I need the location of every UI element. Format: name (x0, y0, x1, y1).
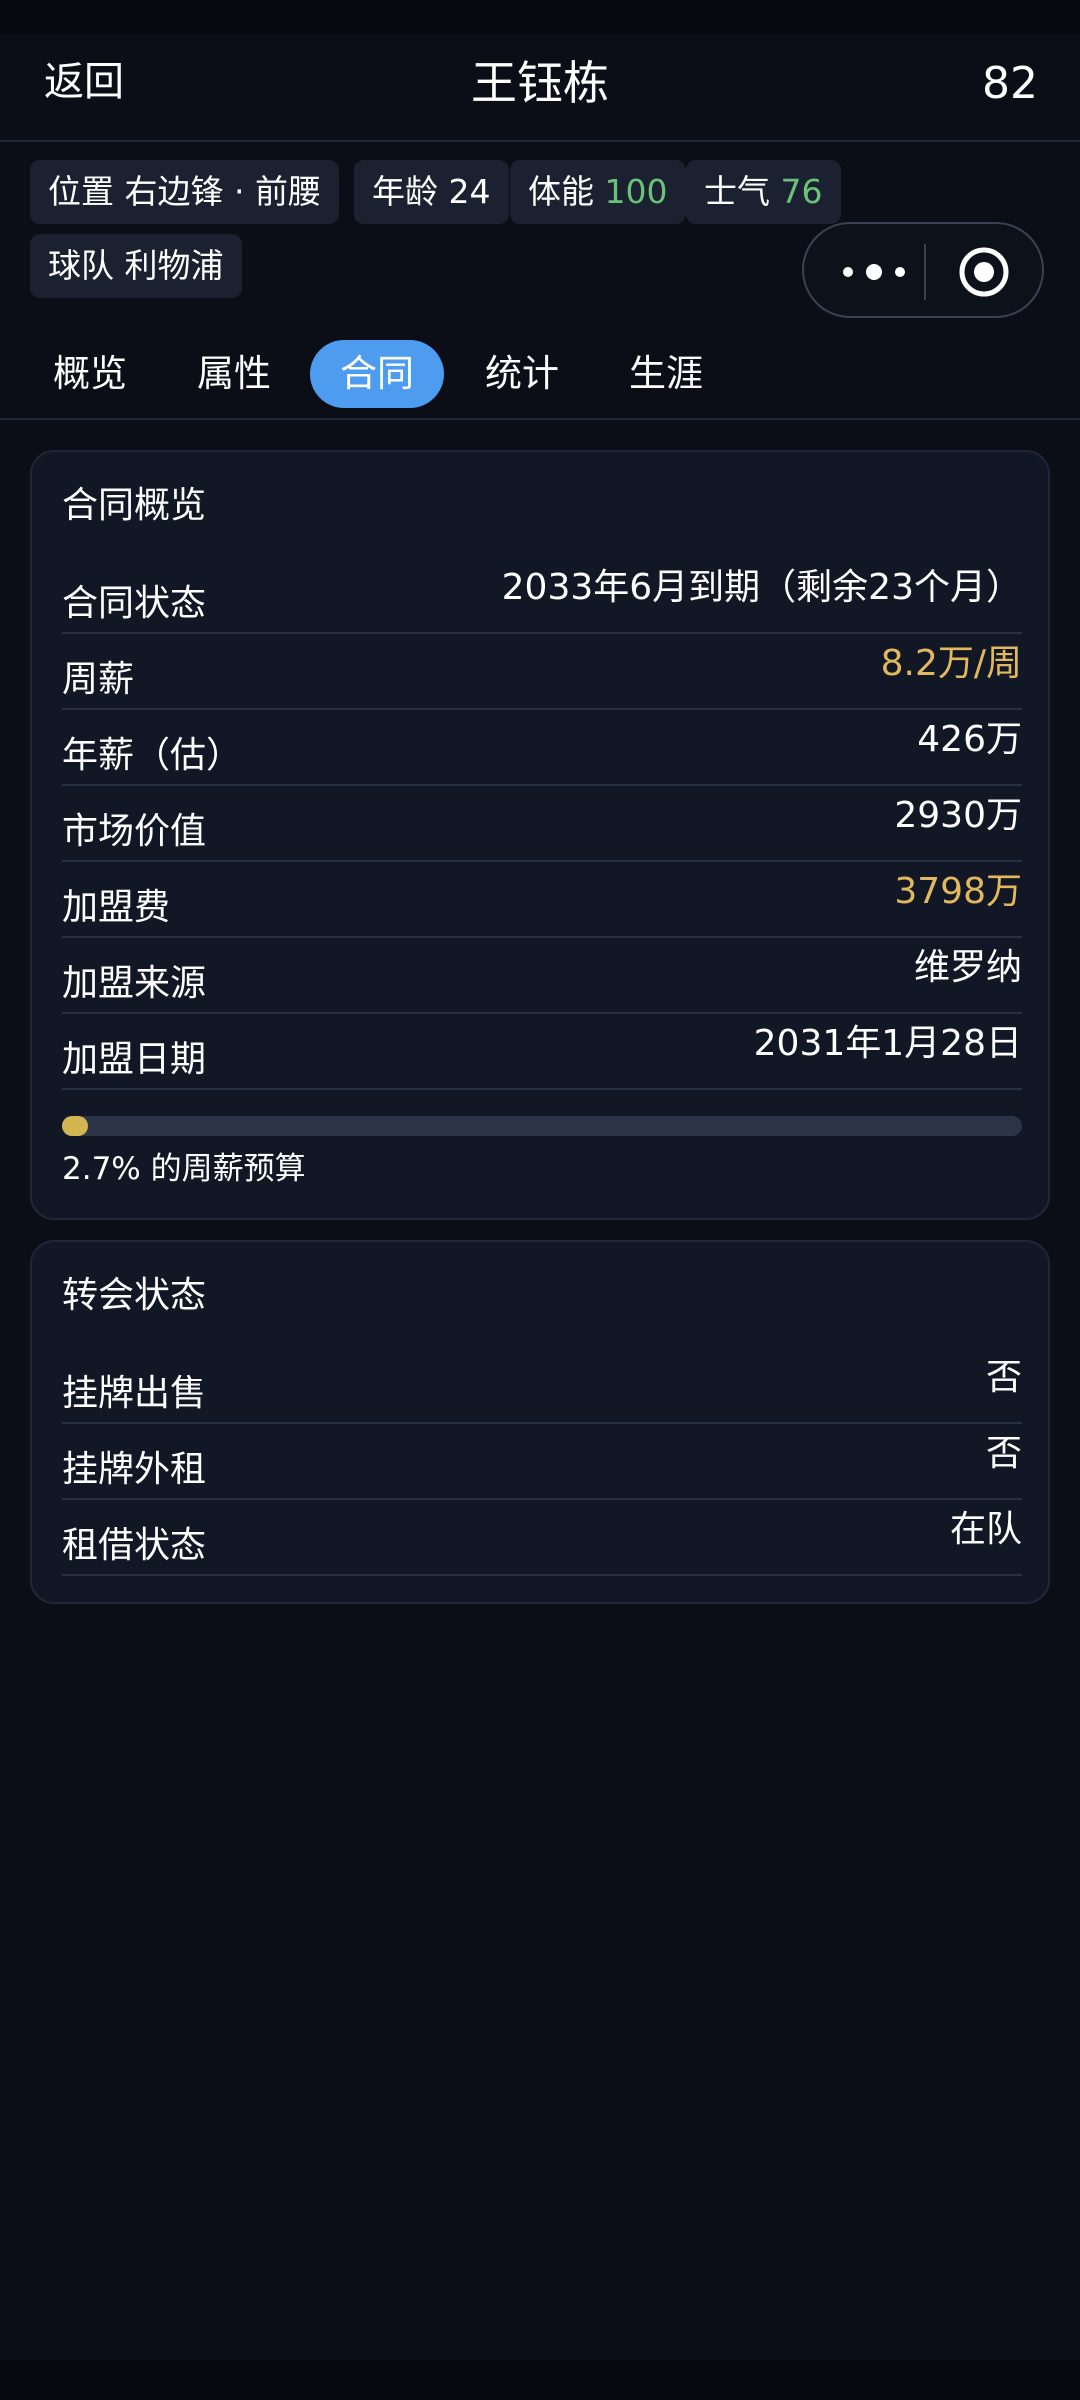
chip-team-value: 利物浦 (124, 246, 224, 285)
contract-row-annual-wage: 年薪（估） 426万 (62, 710, 1022, 786)
row-key: 周薪 (62, 659, 135, 700)
chip-position-label: 位置 (48, 172, 114, 211)
tab-overview[interactable]: 概览 (40, 340, 140, 408)
row-key: 挂牌外租 (62, 1449, 207, 1490)
row-value: 维罗纳 (913, 947, 1022, 988)
row-key: 加盟日期 (62, 1039, 207, 1080)
row-value: 2031年1月28日 (753, 1023, 1022, 1064)
page-header: 返回 王钰栋 82 (0, 34, 1080, 142)
overall-rating: 82 (982, 58, 1038, 109)
row-value: 2930万 (894, 795, 1022, 836)
contract-row-weekly-wage: 周薪 8.2万/周 (62, 634, 1022, 710)
transfer-card-title: 转会状态 (62, 1275, 207, 1316)
row-value: 8.2万/周 (880, 643, 1022, 684)
chip-fitness: 体能 100 (510, 160, 686, 224)
contract-row-status: 合同状态 2033年6月到期（剩余23个月） (62, 558, 1022, 634)
chip-morale: 士气 76 (686, 160, 841, 224)
capsule-divider (924, 244, 926, 300)
contract-row-join-date: 加盟日期 2031年1月28日 (62, 1014, 1022, 1090)
chip-position: 位置 右边锋 · 前腰 (30, 160, 339, 224)
mini-program-capsule (802, 222, 1044, 318)
tab-stats[interactable]: 统计 (472, 340, 572, 408)
row-key: 市场价值 (62, 811, 207, 852)
chip-age: 年龄 24 (354, 160, 509, 224)
transfer-row-loan-status: 租借状态 在队 (62, 1500, 1022, 1576)
transfer-row-listed-sale: 挂牌出售 否 (62, 1348, 1022, 1424)
chip-age-label: 年龄 (372, 172, 438, 211)
chip-morale-label: 士气 (704, 172, 770, 211)
row-key: 加盟费 (62, 887, 171, 928)
wage-budget-progress (62, 1116, 1022, 1136)
contract-row-market-value: 市场价值 2930万 (62, 786, 1022, 862)
tab-attributes[interactable]: 属性 (184, 340, 284, 408)
row-key: 加盟来源 (62, 963, 207, 1004)
row-value: 否 (985, 1357, 1022, 1398)
transfer-row-listed-loan: 挂牌外租 否 (62, 1424, 1022, 1500)
row-value: 426万 (917, 719, 1022, 760)
wage-budget-progress-fill (62, 1116, 88, 1136)
wage-budget-text: 2.7% 的周薪预算 (62, 1151, 306, 1187)
chip-team-label: 球队 (48, 246, 114, 285)
chip-morale-value: 76 (780, 172, 823, 211)
row-key: 合同状态 (62, 583, 207, 624)
tab-contract[interactable]: 合同 (310, 340, 444, 408)
tab-bar: 概览 属性 合同 统计 生涯 (0, 336, 1080, 420)
bottom-bar (0, 2360, 1080, 2400)
status-bar (0, 0, 1080, 34)
row-value: 否 (985, 1433, 1022, 1474)
transfer-card: 转会状态 挂牌出售 否 挂牌外租 否 租借状态 在队 (30, 1240, 1050, 1604)
row-key: 租借状态 (62, 1525, 207, 1566)
page-title: 王钰栋 (471, 56, 609, 110)
row-value: 在队 (949, 1509, 1022, 1550)
contract-card: 合同概览 合同状态 2033年6月到期（剩余23个月） 周薪 8.2万/周 年薪… (30, 450, 1050, 1220)
row-key: 年薪（估） (62, 735, 243, 776)
row-value: 2033年6月到期（剩余23个月） (501, 567, 1022, 608)
chip-fitness-label: 体能 (528, 172, 594, 211)
chip-position-value: 右边锋 · 前腰 (124, 172, 321, 211)
target-circle-icon[interactable] (958, 246, 1010, 298)
row-key: 挂牌出售 (62, 1373, 207, 1414)
tab-career[interactable]: 生涯 (616, 340, 716, 408)
chip-age-value: 24 (448, 172, 491, 211)
contract-row-transfer-fee: 加盟费 3798万 (62, 862, 1022, 938)
contract-row-source-club: 加盟来源 维罗纳 (62, 938, 1022, 1014)
chip-fitness-value: 100 (604, 172, 668, 211)
row-value: 3798万 (894, 871, 1022, 912)
chip-team: 球队 利物浦 (30, 234, 242, 298)
contract-card-title: 合同概览 (62, 485, 207, 526)
more-dots-icon[interactable] (834, 254, 914, 290)
